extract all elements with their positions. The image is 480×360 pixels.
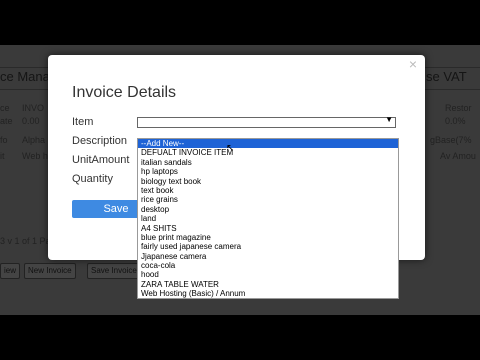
dropdown-option[interactable]: --Add New-- xyxy=(138,139,398,149)
pagination-text: 3 v 1 of 1 Pa xyxy=(0,236,51,246)
page-title: ce Mana xyxy=(0,69,50,84)
section-title: se VAT xyxy=(426,69,467,84)
dropdown-option[interactable]: italian sandals xyxy=(138,158,398,167)
row-label: ate xyxy=(0,116,13,126)
dropdown-option[interactable]: A4 SHITS xyxy=(138,224,398,233)
chevron-down-icon[interactable]: ▼ xyxy=(385,115,393,124)
dropdown-option[interactable]: rice grains xyxy=(138,195,398,204)
dropdown-option[interactable]: land xyxy=(138,214,398,223)
item-select[interactable]: ▼ xyxy=(137,115,396,128)
dropdown-option[interactable]: blue print magazine xyxy=(138,233,398,242)
right-value: 0.0% xyxy=(445,116,466,126)
right-value: Av Amou xyxy=(440,151,476,161)
row-label: ce xyxy=(0,103,10,113)
dropdown-option[interactable]: Web Hosting (Basic) / Annum xyxy=(138,289,398,298)
dropdown-option[interactable]: biology text book xyxy=(138,177,398,186)
dropdown-option[interactable]: hp laptops xyxy=(138,167,398,176)
dropdown-option[interactable]: Jjapanese camera xyxy=(138,252,398,261)
save-invoice-button[interactable]: Save Invoice xyxy=(87,263,141,279)
new-invoice-button[interactable]: New Invoice xyxy=(24,263,76,279)
dropdown-option[interactable]: DEFUALT INVOICE ITEM xyxy=(138,148,398,157)
dropdown-option[interactable]: hood xyxy=(138,270,398,279)
row-label: fo xyxy=(0,135,8,145)
dropdown-option[interactable]: coca-cola xyxy=(138,261,398,270)
description-label: Description xyxy=(72,135,128,147)
row-label: it xyxy=(0,151,5,161)
customer-value: Alpha xyxy=(22,135,46,145)
amount-value: 0.00 xyxy=(22,116,40,126)
quantity-label: Quantity xyxy=(72,173,113,185)
right-value: gBase(7% xyxy=(430,135,472,145)
invoice-number: INVO xyxy=(22,103,45,113)
item-value: Web h xyxy=(22,151,48,161)
view-button[interactable]: iew xyxy=(0,263,21,279)
unit-amount-label: UnitAmount xyxy=(72,154,130,166)
dropdown-option[interactable]: fairly used japanese camera xyxy=(138,242,398,251)
dropdown-option[interactable]: text book xyxy=(138,186,398,195)
mouse-cursor-icon: ↖ xyxy=(226,143,235,154)
close-icon[interactable]: × xyxy=(409,57,417,71)
item-label: Item xyxy=(72,116,94,128)
modal-title: Invoice Details xyxy=(72,84,177,101)
dropdown-option[interactable]: ZARA TABLE WATER xyxy=(138,280,398,289)
dropdown-option[interactable]: desktop xyxy=(138,205,398,214)
right-value: Restor xyxy=(445,103,472,113)
item-dropdown-list[interactable]: --Add New-- DEFUALT INVOICE ITEM italian s… xyxy=(137,138,399,299)
